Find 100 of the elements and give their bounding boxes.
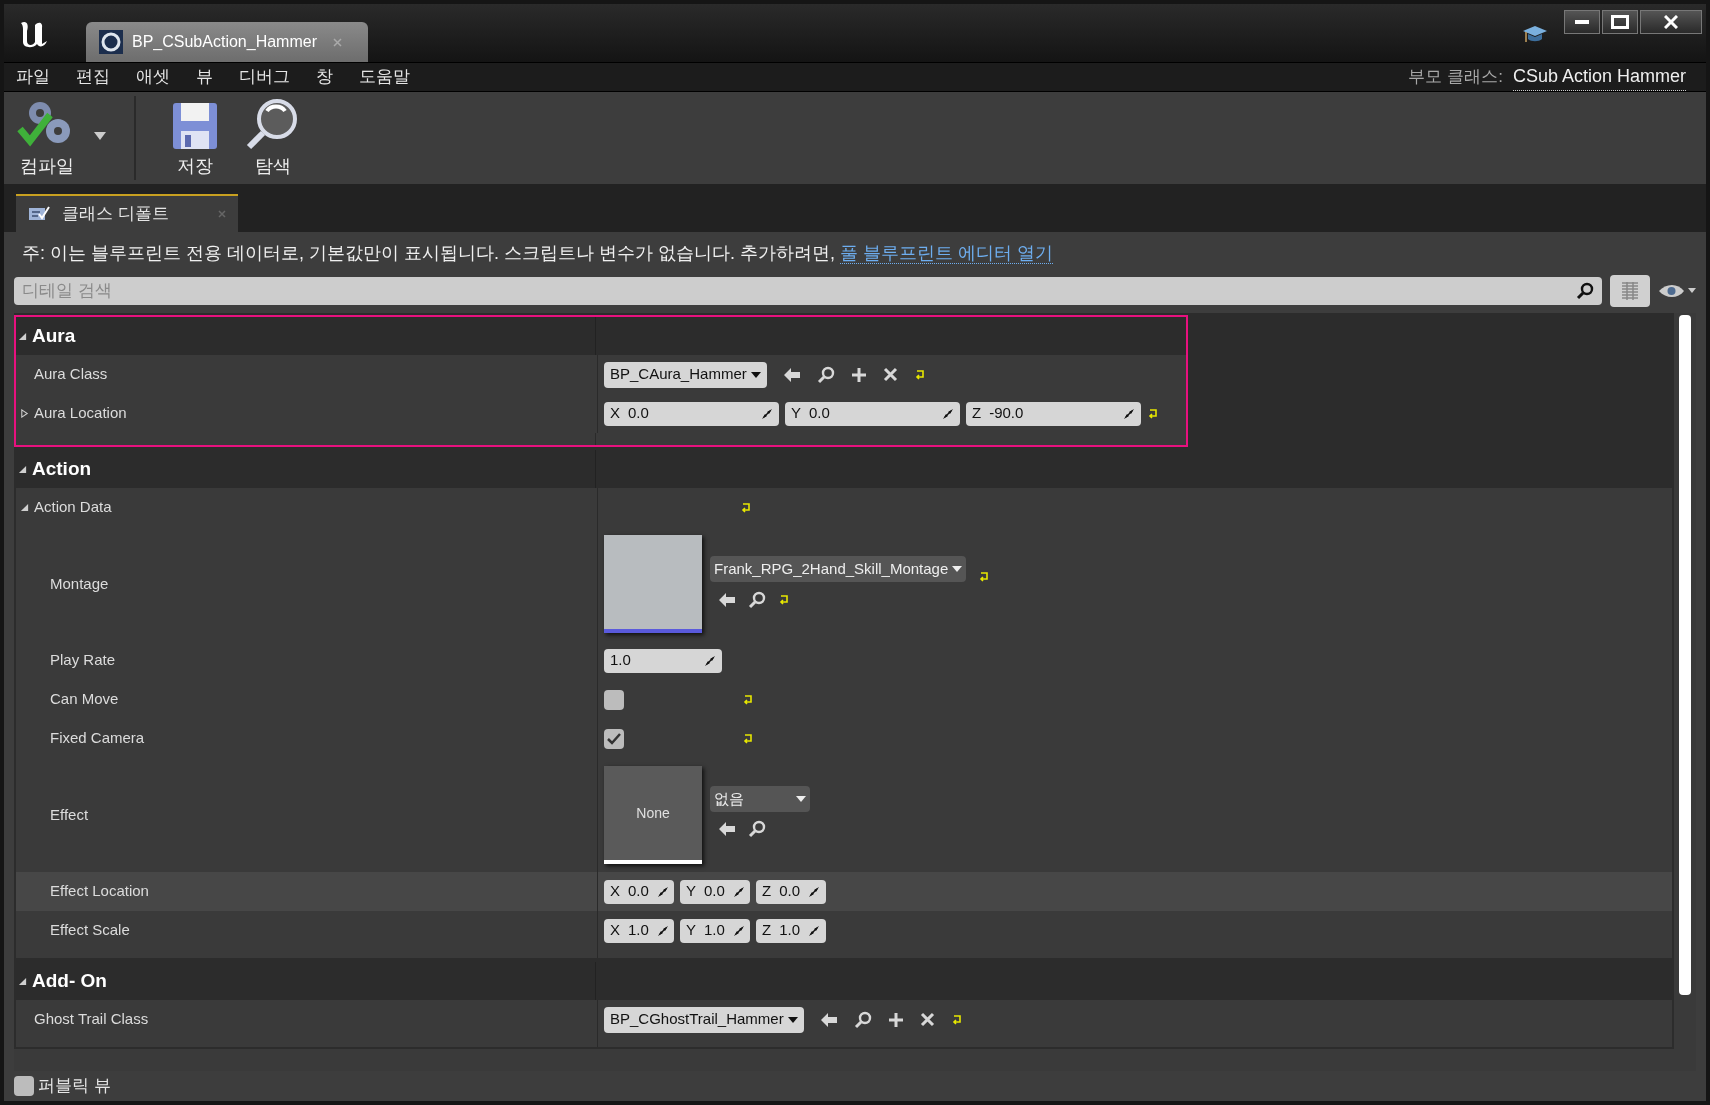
- maximize-button[interactable]: [1602, 10, 1638, 34]
- vector-component-field[interactable]: X 0.0: [604, 401, 779, 426]
- search-icon[interactable]: [1576, 282, 1594, 300]
- tab-label: 클래스 디폴트: [62, 203, 170, 226]
- property-label: Effect: [50, 804, 89, 825]
- collapse-arrow-icon[interactable]: [18, 331, 27, 341]
- search-icon[interactable]: [853, 1010, 872, 1029]
- drag-handle-icon[interactable]: [656, 924, 669, 937]
- reset-arrow-icon[interactable]: [778, 594, 790, 606]
- reset-arrow-icon[interactable]: [978, 571, 991, 583]
- vector-component-field[interactable]: X 0.0: [604, 879, 674, 904]
- menu-item[interactable]: 편집: [76, 64, 110, 90]
- property-label: Play Rate: [50, 650, 116, 671]
- empty-thumbnail: None: [604, 766, 702, 864]
- notice-text: 주: 이는 블루프린트 전용 데이터로, 기본값만이 표시됩니다. 스크립트나 변수가 없습니다. 추가하려면, 풀 블루프린트 에디터 열기: [21, 242, 1055, 266]
- vector-component-field[interactable]: Z 0.0: [756, 879, 826, 904]
- expand-arrow-icon[interactable]: [20, 503, 29, 512]
- plus-icon[interactable]: [850, 366, 867, 383]
- checkbox[interactable]: [14, 1076, 34, 1096]
- asset-dropdown[interactable]: Frank_RPG_2Hand_Skill_Montage: [710, 556, 967, 582]
- property-label: Effect Location: [50, 881, 149, 902]
- reset-arrow-icon[interactable]: [950, 1013, 963, 1026]
- reset-arrow-icon[interactable]: [1147, 407, 1159, 420]
- number-field[interactable]: 1.0: [604, 648, 722, 673]
- close-icon: [1664, 15, 1678, 29]
- arrow-left-icon[interactable]: [819, 1011, 838, 1028]
- search-icon[interactable]: [748, 591, 766, 609]
- property-label: Montage: [50, 573, 109, 594]
- drag-handle-icon[interactable]: [1123, 407, 1135, 420]
- category-header[interactable]: Aura: [32, 321, 76, 351]
- menu-item[interactable]: 도움말: [359, 64, 410, 90]
- vector-component-field[interactable]: Y 0.0: [785, 401, 960, 426]
- menu-item[interactable]: 창: [316, 64, 333, 90]
- drag-handle-icon[interactable]: [761, 407, 773, 420]
- browse-button[interactable]: 탐색: [238, 97, 308, 180]
- close-button[interactable]: [1640, 10, 1702, 34]
- drag-handle-icon[interactable]: [732, 924, 745, 937]
- vector-component-field[interactable]: Z 1.0: [756, 918, 826, 943]
- parent-class-label: 부모 클래스:: [1408, 66, 1503, 89]
- arrow-left-icon[interactable]: [718, 592, 736, 608]
- vector-component-field[interactable]: X 1.0: [604, 918, 674, 943]
- drag-handle-icon[interactable]: [942, 407, 954, 420]
- caret-icon: [796, 796, 806, 802]
- drag-handle-icon[interactable]: [732, 885, 745, 898]
- search-icon[interactable]: [816, 365, 835, 384]
- caret-icon: [787, 1016, 798, 1023]
- property-label: Can Move: [50, 689, 119, 710]
- menu-item[interactable]: 뷰: [196, 64, 213, 90]
- expand-arrow-icon[interactable]: [20, 409, 29, 418]
- asset-dropdown[interactable]: 없음: [710, 786, 810, 812]
- tab-title: BP_CSubAction_Hammer: [132, 32, 317, 52]
- property-label: Ghost Trail Class: [34, 1009, 149, 1030]
- collapse-arrow-icon[interactable]: [18, 976, 27, 986]
- reset-arrow-icon[interactable]: [742, 693, 754, 706]
- property-label: Aura Location: [34, 403, 127, 424]
- open-editor-link[interactable]: 풀 블루프린트 에디터 열기: [840, 243, 1054, 264]
- checklist-icon: [28, 205, 50, 223]
- class-dropdown[interactable]: BP_CGhostTrail_Hammer: [604, 1006, 804, 1033]
- plus-icon[interactable]: [887, 1011, 904, 1028]
- reset-arrow-icon[interactable]: [913, 368, 926, 381]
- panel-tab[interactable]: 클래스 디폴트: [16, 194, 238, 232]
- menu-item[interactable]: 파일: [16, 64, 50, 90]
- checkbox[interactable]: [604, 728, 624, 749]
- grid-icon: [1620, 280, 1640, 302]
- minimize-icon: [1575, 20, 1589, 24]
- caret-icon: [750, 371, 761, 378]
- search-icon[interactable]: [748, 820, 766, 838]
- category-header[interactable]: Action: [32, 454, 92, 484]
- vector-component-field[interactable]: Y 0.0: [680, 879, 750, 904]
- drag-handle-icon[interactable]: [704, 654, 716, 667]
- collapse-arrow-icon[interactable]: [18, 464, 27, 474]
- maximize-icon: [1611, 15, 1629, 29]
- document-tab[interactable]: BP_CSubAction_Hammer: [86, 22, 368, 62]
- arrow-left-icon[interactable]: [718, 821, 736, 837]
- eye-icon[interactable]: [1658, 283, 1696, 299]
- category-header[interactable]: Add- On: [32, 966, 107, 996]
- class-dropdown[interactable]: BP_CAura_Hammer: [604, 361, 767, 388]
- reset-arrow-icon[interactable]: [740, 501, 752, 514]
- menu-item[interactable]: 애셋: [136, 64, 170, 90]
- caret-icon[interactable]: [94, 132, 106, 140]
- property-label: Effect Scale: [50, 920, 130, 941]
- property-label: Aura Class: [34, 364, 108, 385]
- property-label: Action Data: [34, 497, 112, 518]
- vector-component-field[interactable]: Z -90.0: [966, 401, 1141, 426]
- clear-icon[interactable]: [882, 367, 898, 382]
- scrollbar-thumb[interactable]: [1679, 315, 1691, 995]
- checkbox[interactable]: [604, 689, 624, 710]
- arrow-left-icon[interactable]: [782, 366, 801, 383]
- reset-arrow-icon[interactable]: [742, 732, 754, 745]
- minimize-button[interactable]: [1564, 10, 1600, 34]
- compile-button[interactable]: 컴파일: [12, 97, 82, 180]
- caret-icon: [952, 566, 963, 572]
- drag-handle-icon[interactable]: [808, 885, 821, 898]
- menu-item[interactable]: 디버그: [239, 64, 290, 90]
- vector-component-field[interactable]: Y 1.0: [680, 918, 750, 943]
- clear-icon[interactable]: [919, 1012, 935, 1027]
- parent-class-link[interactable]: CSub Action Hammer: [1512, 63, 1686, 91]
- drag-handle-icon[interactable]: [656, 885, 669, 898]
- drag-handle-icon[interactable]: [808, 924, 821, 937]
- save-button[interactable]: 저장: [160, 97, 230, 180]
